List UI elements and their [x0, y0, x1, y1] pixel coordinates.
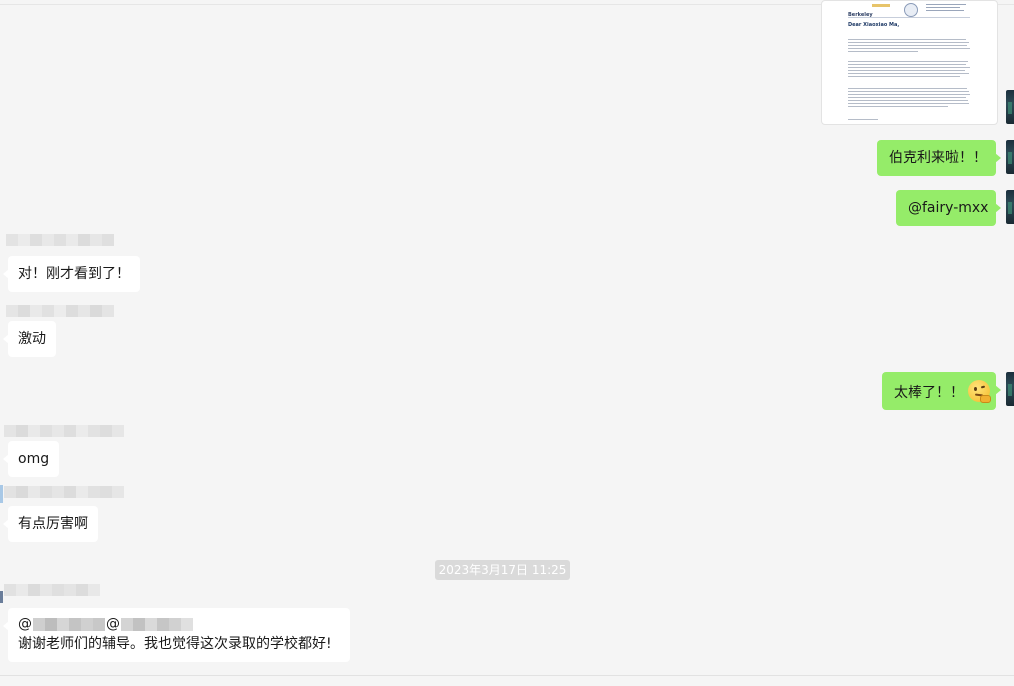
my-avatar[interactable] — [1006, 140, 1014, 174]
mentioned-user-blurred — [33, 617, 105, 631]
university-seal-icon — [904, 3, 918, 17]
sender-name-blurred — [4, 486, 124, 498]
letter-paragraph — [848, 39, 970, 54]
message-text: 太棒了！！ — [894, 385, 964, 401]
mention-symbol: @ — [106, 616, 120, 632]
message-timestamp: 2023年3月17日 11:25 — [435, 560, 570, 580]
my-avatar[interactable] — [1006, 372, 1014, 406]
letter-greeting: Dear Xiaoxiao Ma, — [848, 22, 900, 28]
unread-marker — [0, 591, 3, 603]
message-text: 对！刚才看到了！ — [18, 266, 130, 282]
input-divider — [0, 675, 1014, 676]
chat-window: Berkeley Dear Xiaoxiao Ma, 伯克利来啦！！ @fair… — [0, 0, 1014, 686]
incoming-message[interactable]: 对！刚才看到了！ — [3, 256, 140, 292]
my-avatar[interactable] — [1006, 190, 1014, 224]
sender-name-blurred — [4, 584, 100, 596]
message-text: @fairy-mxx — [908, 200, 989, 216]
incoming-message[interactable]: 激动 — [3, 321, 56, 357]
admission-letter-image[interactable]: Berkeley Dear Xiaoxiao Ma, — [821, 0, 998, 125]
message-text: 谢谢老师们的辅导。我也觉得这次录取的学校都好! — [18, 636, 332, 652]
letterhead-lines — [926, 4, 966, 13]
incoming-message[interactable]: 有点厉害啊 — [3, 506, 98, 542]
letter-rule — [848, 17, 970, 18]
thinking-face-icon — [968, 380, 991, 403]
incoming-message[interactable]: omg — [3, 441, 59, 477]
berkeley-logo: Berkeley — [848, 1, 892, 18]
outgoing-message[interactable]: 伯克利来啦！！ — [877, 140, 1001, 176]
message-text: 伯克利来啦！！ — [889, 150, 987, 166]
unread-marker — [0, 485, 3, 503]
letter-paragraph — [848, 119, 970, 122]
outgoing-message[interactable]: @fairy-mxx — [896, 190, 1001, 226]
message-text: 激动 — [18, 331, 46, 347]
mention-symbol: @ — [18, 616, 32, 632]
sender-name-blurred — [4, 425, 124, 437]
letter-paragraph — [848, 88, 970, 109]
mention-line: @ @ — [18, 614, 340, 634]
message-text: omg — [18, 451, 50, 467]
letter-paragraph — [848, 61, 970, 79]
mentioned-user-blurred — [121, 617, 193, 631]
my-avatar[interactable] — [1006, 90, 1014, 124]
sender-name-blurred — [6, 234, 114, 246]
outgoing-message[interactable]: 太棒了！！ — [882, 372, 1001, 410]
message-text: 有点厉害啊 — [18, 516, 88, 532]
incoming-message[interactable]: @ @ 谢谢老师们的辅导。我也觉得这次录取的学校都好! — [3, 608, 350, 662]
sender-name-blurred — [6, 305, 114, 317]
